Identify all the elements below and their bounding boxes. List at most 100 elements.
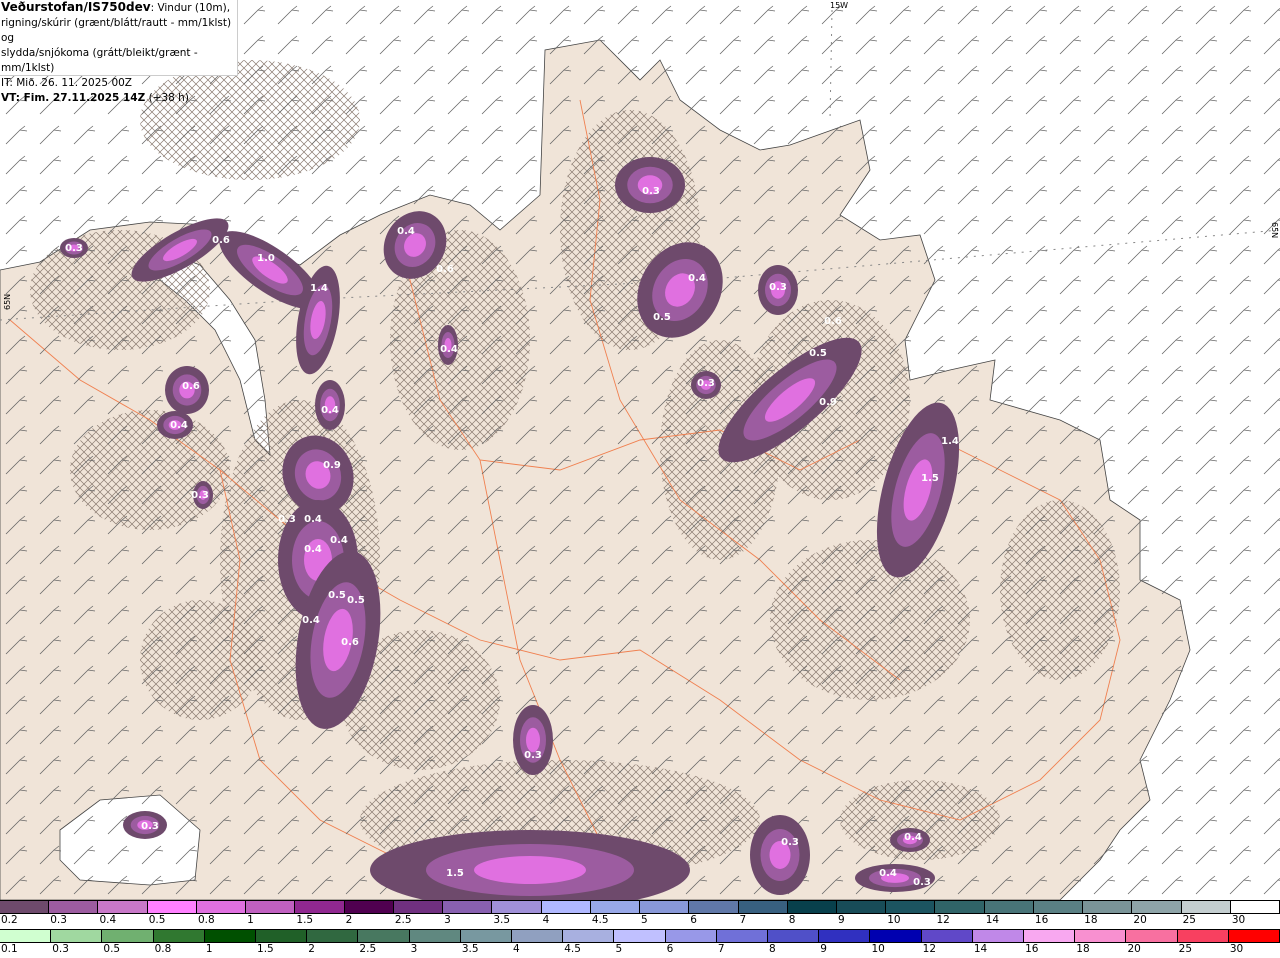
precipitation-value-label: 0.4 [170, 420, 188, 431]
precipitation-value-label: 0.5 [653, 312, 671, 323]
rain-legend-swatch [1227, 929, 1280, 943]
snow-legend-label: 16 [1034, 914, 1049, 926]
rain-legend-label: 8 [769, 943, 776, 955]
snow-legend-label: 25 [1182, 914, 1196, 926]
rain-legend-swatch [511, 929, 564, 943]
snow-legend-label: 2.5 [394, 914, 412, 926]
precipitation-contour [526, 727, 540, 753]
rain-legend-swatch [920, 929, 973, 943]
snow-legend-label: 18 [1084, 914, 1098, 926]
snow-legend-swatch [1082, 900, 1133, 914]
rain-legend-label: 10 [871, 943, 885, 955]
precipitation-value-label: 1.0 [257, 253, 275, 264]
title-line2: rigning/skúrir (grænt/blátt/rautt - mm/1… [1, 17, 232, 44]
graticule-label-top: 15W [830, 1, 848, 10]
snow-legend-label: 1.5 [296, 914, 314, 926]
rain-legend-swatch [562, 929, 615, 943]
rain-legend-label: 12 [922, 943, 937, 955]
snow-legend-swatch [48, 900, 99, 914]
snow-legend-label: 12 [936, 914, 950, 926]
rain-legend-label: 0.8 [154, 943, 172, 955]
snow-legend-swatch [0, 900, 50, 914]
precipitation-value-label: 0.6 [824, 316, 842, 327]
snow-legend-label: 2 [345, 914, 353, 926]
precipitation-value-label: 0.4 [321, 405, 339, 416]
precipitation-value-label: 0.4 [302, 615, 320, 626]
precipitation-value-label: 0.4 [330, 535, 348, 546]
rain-legend-swatch [971, 929, 1025, 943]
snow-color-bar [0, 900, 1280, 914]
snow-legend-swatch [639, 900, 690, 914]
rain-legend-swatch [101, 929, 154, 943]
precipitation-value-label: 0.3 [642, 186, 660, 197]
rain-legend-swatch [459, 929, 513, 943]
snow-legend-swatch [885, 900, 936, 914]
snow-legend-swatch [688, 900, 739, 914]
snow-legend-swatch [146, 900, 197, 914]
precipitation-value-label: 0.4 [904, 832, 922, 843]
precipitation-value-label: 0.6 [436, 264, 454, 275]
snow-legend-label: 0.2 [1, 914, 18, 926]
snow-legend-label: 0.4 [99, 914, 117, 926]
rain-legend-swatch [1074, 929, 1127, 943]
snow-legend-swatch [97, 900, 148, 914]
snow-legend-swatch [195, 900, 247, 914]
snow-legend: 0.2 0.3 0.4 0.5 0.8 1 1.5 2 2.5 3 3.5 4 4.5 5 6 7 8 9 10 12… [0, 900, 1280, 929]
snow-legend-label: 1 [247, 914, 254, 926]
rain-legend-label: 2.5 [359, 943, 377, 955]
precipitation-value-label: 0.9 [323, 460, 341, 471]
precipitation-value-label: 0.3 [278, 514, 296, 525]
rain-legend-swatch [664, 929, 717, 943]
rain-legend-swatch [0, 929, 52, 943]
snow-legend-label: 0.8 [197, 914, 215, 926]
snow-legend-label: 30 [1231, 914, 1246, 926]
rain-color-bar [0, 929, 1280, 943]
rain-legend-swatch [869, 929, 922, 943]
snow-legend-swatch [1032, 900, 1084, 914]
precipitation-value-label: 0.5 [809, 348, 827, 359]
rain-legend-label: 16 [1025, 943, 1039, 955]
rain-legend-label: 0.3 [52, 943, 69, 955]
snow-legend-label: 7 [739, 914, 747, 926]
snow-legend-label: 4.5 [591, 914, 609, 926]
rain-legend: 0.1 0.3 0.5 0.8 1 1.5 2 2.5 3 3.5 4 4.5 5 6 7 8 9 10 12 14 1… [0, 929, 1280, 958]
rain-legend-label: 14 [973, 943, 988, 955]
rain-legend-swatch [408, 929, 461, 943]
forecast-offset: (+38 h) [148, 92, 189, 104]
precipitation-value-label: 0.3 [697, 378, 715, 389]
snow-legend-swatch [737, 900, 788, 914]
rain-legend-label: 4.5 [564, 943, 581, 955]
precipitation-value-label: 0.4 [304, 544, 322, 555]
snow-legend-swatch [294, 900, 345, 914]
rain-legend-label: 3.5 [461, 943, 479, 955]
rain-legend-swatch [50, 929, 103, 943]
rain-legend-swatch [203, 929, 257, 943]
snow-legend-swatch [983, 900, 1034, 914]
model-name: Veðurstofan/IS750dev [1, 0, 151, 14]
snow-legend-swatch [1131, 900, 1182, 914]
snow-legend-label: 14 [985, 914, 1000, 926]
rain-legend-swatch [767, 929, 820, 943]
rain-legend-label: 20 [1127, 943, 1141, 955]
rain-legend-swatch [357, 929, 410, 943]
precipitation-value-label: 0.3 [191, 490, 209, 501]
graticule-label-left: 65N [3, 294, 12, 310]
precipitation-value-label: 0.3 [65, 243, 83, 254]
rain-legend-label: 0.5 [103, 943, 121, 955]
precipitation-value-label: 0.9 [819, 397, 837, 408]
snow-legend-label: 8 [788, 914, 796, 926]
precipitation-value-label: 0.3 [524, 750, 542, 761]
precipitation-value-label: 1.5 [921, 473, 939, 484]
rain-legend-label: 7 [717, 943, 725, 955]
snow-legend-label: 4 [542, 914, 550, 926]
precipitation-contour [474, 856, 586, 884]
valid-time: VT: Fim. 27.11.2025 14Z [1, 92, 146, 104]
rain-legend-swatch [1023, 929, 1076, 943]
rain-legend-swatch [255, 929, 308, 943]
precipitation-value-label: 0.6 [341, 637, 359, 648]
snow-legend-swatch [442, 900, 493, 914]
snow-legend-label: 20 [1133, 914, 1147, 926]
rain-legend-label: 18 [1076, 943, 1090, 955]
rain-legend-label: 6 [666, 943, 674, 955]
rain-legend-swatch [152, 929, 205, 943]
